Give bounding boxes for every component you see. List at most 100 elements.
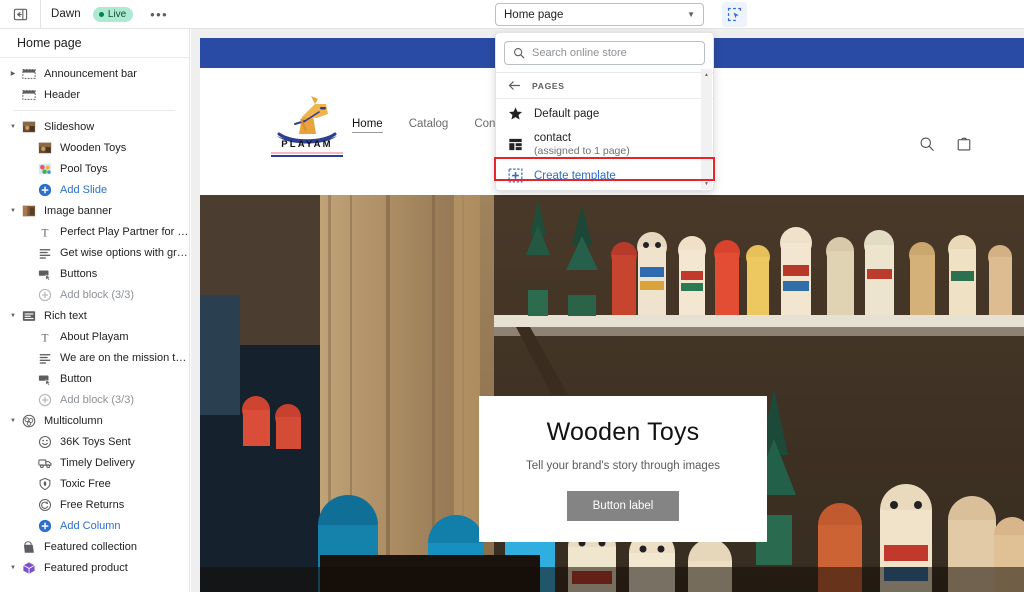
store-nav-link-catalog[interactable]: Catalog — [409, 118, 449, 133]
sidebar-item-featured-product[interactable]: ▼ Featured product — [0, 557, 189, 578]
sidebar-item-label: Slideshow — [44, 120, 95, 133]
logo-underline-pink — [271, 152, 343, 154]
smiley-icon — [37, 435, 53, 449]
sidebar-item-label: Toxic Free — [60, 477, 111, 490]
dropdown-search-area — [496, 33, 713, 72]
shopping-bag-icon[interactable] — [956, 136, 972, 152]
dropdown-scrollbar[interactable]: ▲ ▼ — [701, 69, 712, 189]
sidebar-item-36k-toys-sent[interactable]: 36K Toys Sent — [0, 431, 189, 452]
rich-text-icon — [21, 309, 37, 323]
status-badge: Live — [92, 6, 134, 22]
chevron-down-icon: ▼ — [687, 10, 695, 19]
sidebar-item-rich-text[interactable]: ▼ Rich text — [0, 305, 189, 326]
sidebar-item-slideshow[interactable]: ▼ Slideshow — [0, 116, 189, 137]
sections-sidebar: Home page ▶ Announcement bar Header ▼ Slides… — [0, 29, 190, 592]
sidebar-divider — [14, 110, 175, 111]
sidebar-item-buttons[interactable]: Buttons — [0, 263, 189, 284]
slide-subheading: Tell your brand's story through images — [526, 459, 720, 472]
sidebar-item-label: Add Column — [60, 519, 121, 532]
text-lines-icon — [37, 246, 53, 260]
sidebar-item-label: Pool Toys — [60, 162, 108, 175]
add-template-icon — [508, 168, 523, 183]
toolbar-divider — [40, 0, 41, 29]
sidebar-item-label: Get wise options with great di... — [60, 246, 189, 259]
more-options-button[interactable]: ••• — [150, 8, 168, 21]
dropdown-back-pages[interactable]: PAGES — [496, 73, 713, 98]
sidebar-item-get-wise-options-with-great-di[interactable]: Get wise options with great di... — [0, 242, 189, 263]
sidebar-item-add-column[interactable]: Add Column — [0, 515, 189, 536]
sidebar-item-add-slide[interactable]: Add Slide — [0, 179, 189, 200]
sidebar-item-toxic-free[interactable]: Toxic Free — [0, 473, 189, 494]
search-input[interactable] — [532, 47, 696, 59]
text-lines-icon — [37, 351, 53, 365]
sidebar-item-we-are-on-the-mission-to-disc[interactable]: We are on the mission to disc... — [0, 347, 189, 368]
sidebar-item-pool-toys[interactable]: Pool Toys — [0, 158, 189, 179]
plus-circle-muted-icon — [37, 393, 53, 407]
dropdown-scroll-up-icon[interactable]: ▲ — [701, 69, 712, 80]
chevron-down-icon[interactable]: ▼ — [8, 208, 18, 214]
sidebar-item-label: We are on the mission to disc... — [60, 351, 189, 364]
sidebar-item-featured-collection[interactable]: Featured collection — [0, 536, 189, 557]
section-bar-icon — [21, 88, 37, 102]
sidebar-item-multicolumn[interactable]: ▼ Multicolumn — [0, 410, 189, 431]
sidebar-item-label: About Playam — [60, 330, 129, 343]
slideshow-section[interactable]: Wooden Toys Tell your brand's story thro… — [200, 195, 1024, 592]
dropdown-item-contact[interactable]: contact (assigned to 1 page) — [496, 128, 713, 161]
sidebar-item-wooden-toys[interactable]: Wooden Toys — [0, 137, 189, 158]
sidebar-item-image-banner[interactable]: ▼ Image banner — [0, 200, 189, 221]
chevron-right-icon[interactable]: ▶ — [8, 70, 18, 77]
sidebar-item-label: Timely Delivery — [60, 456, 135, 469]
page-selector-value: Home page — [504, 8, 564, 21]
plus-circle-muted-icon — [37, 288, 53, 302]
status-label: Live — [107, 8, 127, 20]
sidebar-item-label: Image banner — [44, 204, 112, 217]
store-navigation: HomeCatalogContact — [352, 118, 514, 133]
dropdown-scroll-down-icon[interactable]: ▼ — [701, 178, 712, 189]
sidebar-item-button[interactable]: Button — [0, 368, 189, 389]
dropdown-item-default-page[interactable]: Default page — [496, 99, 713, 128]
sidebar-item-header[interactable]: Header — [0, 84, 189, 105]
sidebar-item-label: Header — [44, 88, 81, 101]
dropdown-items: Default page contact (assigned to 1 page) C… — [496, 99, 713, 190]
page-selector-dropdown: PAGES Default page contact(assigned to 1 … — [494, 32, 715, 191]
section-bar-icon — [21, 67, 37, 81]
select-element-button[interactable] — [722, 2, 747, 27]
return-arrow-icon — [37, 498, 53, 512]
select-element-icon — [727, 7, 742, 22]
theme-name: Dawn — [51, 8, 81, 20]
store-logo-text: PLAYAM — [281, 139, 333, 150]
svg-text:T: T — [42, 227, 49, 239]
search-field-wrapper[interactable] — [504, 41, 705, 65]
sidebar-item-perfect-play-partner-for-your-k[interactable]: T Perfect Play Partner for your k... — [0, 221, 189, 242]
sidebar-item-label: Add block (3/3) — [60, 288, 134, 301]
chevron-down-icon[interactable]: ▼ — [8, 565, 18, 571]
image-thumb-pool-icon — [37, 162, 53, 176]
store-nav-link-home[interactable]: Home — [352, 118, 383, 133]
template-grid-icon — [508, 137, 523, 152]
search-icon[interactable] — [919, 136, 935, 152]
chevron-down-icon[interactable]: ▼ — [8, 124, 18, 130]
search-icon — [513, 47, 525, 59]
panel-collapse-icon[interactable] — [6, 3, 34, 25]
chevron-down-icon[interactable]: ▼ — [8, 313, 18, 319]
theme-editor-window: Dawn Live ••• Home page ▼ Home page ▶ Ann — [0, 0, 1024, 592]
sidebar-item-about-playam[interactable]: T About Playam — [0, 326, 189, 347]
sidebar-item-announcement-bar[interactable]: ▶ Announcement bar — [0, 63, 189, 84]
page-selector[interactable]: Home page ▼ — [495, 3, 704, 26]
sidebar-title: Home page — [0, 29, 189, 58]
plus-circle-icon — [37, 183, 53, 197]
dropdown-item-label: Create template — [534, 169, 616, 182]
product-box-icon — [21, 561, 37, 575]
dropdown-item-create-template[interactable]: Create template — [496, 161, 713, 190]
sidebar-item-timely-delivery[interactable]: Timely Delivery — [0, 452, 189, 473]
svg-text:T: T — [42, 332, 49, 344]
sidebar-item-label: Perfect Play Partner for your k... — [60, 225, 189, 238]
plus-circle-icon — [37, 519, 53, 533]
slide-cta-button[interactable]: Button label — [566, 490, 680, 521]
sidebar-item-add-block-3-3: Add block (3/3) — [0, 389, 189, 410]
logo-underline-blue — [271, 155, 343, 157]
truck-icon — [37, 456, 53, 470]
sidebar-item-free-returns[interactable]: Free Returns — [0, 494, 189, 515]
button-icon — [37, 267, 53, 281]
chevron-down-icon[interactable]: ▼ — [8, 418, 18, 424]
